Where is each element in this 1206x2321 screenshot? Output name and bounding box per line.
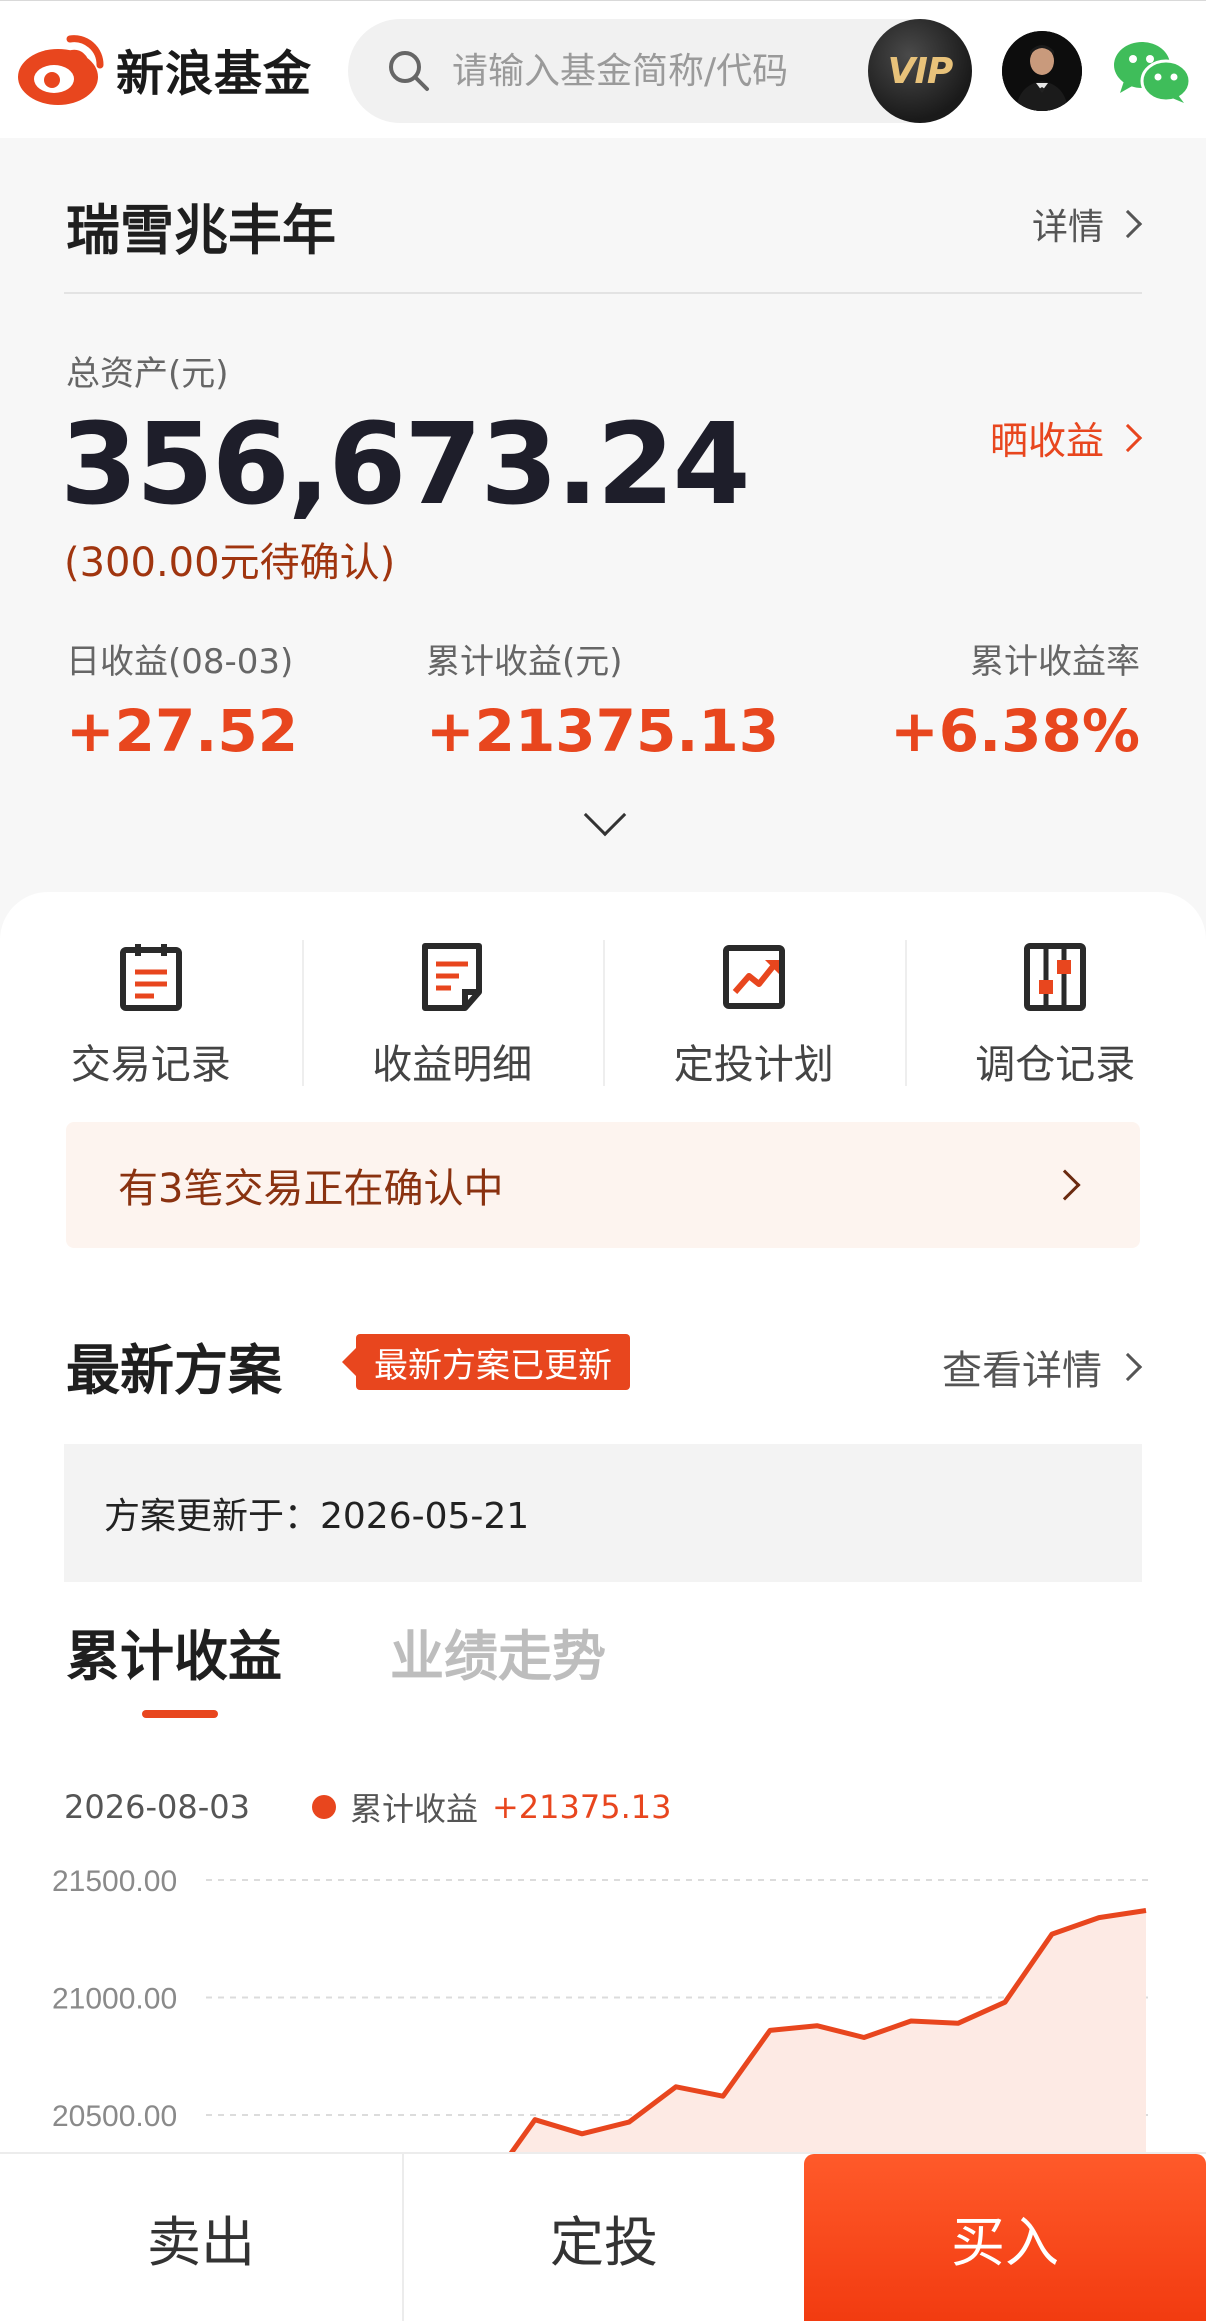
buy-button[interactable]: 买入 — [804, 2154, 1206, 2321]
quick-action-label: 定投计划 — [673, 1042, 834, 1088]
share-earnings-link[interactable]: 晒收益 — [989, 410, 1143, 465]
wechat-icon[interactable] — [1112, 39, 1192, 105]
chevron-right-icon — [1049, 1169, 1081, 1201]
pending-trades-notice[interactable]: 有3笔交易正在确认中 — [66, 1122, 1140, 1248]
legend-dot-icon — [311, 1795, 336, 1819]
stat-label: 日收益(08-03) — [66, 642, 294, 682]
fund-detail-link[interactable]: 详情 — [1031, 198, 1143, 250]
quick-action-rebalance-records[interactable]: 调仓记录 — [904, 940, 1206, 1090]
latest-plan-title: 最新方案 — [66, 1339, 282, 1402]
fund-detail-label: 详情 — [1031, 207, 1104, 248]
sina-eye-logo-icon — [18, 35, 104, 105]
quick-actions: 交易记录 收益明细 定投计划 调仓记录 — [0, 940, 1206, 1090]
stat-value: +27.52 — [66, 697, 299, 765]
sina-fund-logo[interactable]: 新浪基金 — [14, 29, 324, 109]
stat-value: +21375.13 — [426, 697, 780, 765]
chevron-right-icon — [1113, 423, 1143, 452]
search-icon — [389, 51, 429, 91]
chevron-right-icon — [1113, 1352, 1143, 1382]
cumulative-return-rate-stat: 累计收益率 +6.38% — [890, 634, 1140, 765]
user-avatar-icon — [1002, 31, 1082, 111]
sell-button[interactable]: 卖出 — [0, 2154, 404, 2321]
stat-value: +6.38% — [890, 697, 1140, 765]
legend-series-name: 累计收益 — [349, 1790, 478, 1828]
quick-action-earnings-detail[interactable]: 收益明细 — [301, 940, 604, 1090]
tab-cumulative-earnings[interactable]: 累计收益 — [66, 1612, 282, 1691]
search-input[interactable] — [452, 50, 852, 92]
fixed-investment-button[interactable]: 定投 — [404, 2154, 804, 2321]
clipboard-list-icon — [119, 944, 182, 1011]
top-bar: 新浪基金 VIP — [0, 0, 1206, 138]
legend-series-value: +21375.13 — [491, 1788, 672, 1826]
y-tick-label: 21500.00 — [52, 1865, 177, 1898]
stat-label: 累计收益率 — [970, 642, 1140, 682]
view-details-label: 查看详情 — [942, 1348, 1102, 1394]
content-card: 交易记录 收益明细 定投计划 调仓记录 有3笔交易正在确认中 最新方案 最新方案… — [0, 892, 1206, 2321]
y-tick-label: 20500.00 — [52, 2100, 177, 2133]
adjust-sliders-icon — [1024, 943, 1087, 1011]
chevron-down-icon[interactable] — [583, 793, 627, 837]
chart-area-fill — [206, 1910, 1146, 2152]
avatar[interactable] — [1002, 31, 1082, 111]
plan-update-date: 方案更新于：2026-05-21 — [64, 1444, 1142, 1582]
trend-chart-icon — [722, 945, 785, 1009]
fund-name: 瑞雪兆丰年 — [66, 199, 336, 262]
view-plan-details-link[interactable]: 查看详情 — [942, 1338, 1143, 1396]
pending-confirmation-text: (300.00元待确认) — [64, 540, 396, 586]
divider — [64, 292, 1142, 294]
plan-updated-badge: 最新方案已更新 — [342, 1334, 630, 1390]
active-tab-indicator — [142, 1710, 218, 1718]
logo-text: 新浪基金 — [116, 46, 313, 102]
total-assets-label: 总资产(元) — [66, 354, 229, 394]
y-tick-label: 21000.00 — [52, 1983, 177, 2016]
document-icon — [422, 943, 483, 1011]
cumulative-earnings-chart: 21500.00 21000.00 20500.00 — [52, 1865, 1150, 2152]
vip-button[interactable]: VIP — [868, 19, 972, 123]
quick-action-label: 交易记录 — [70, 1042, 231, 1088]
notice-text: 有3笔交易正在确认中 — [118, 1166, 504, 1212]
quick-action-trade-records[interactable]: 交易记录 — [0, 940, 302, 1090]
total-assets-value: 356,673.24 — [60, 400, 751, 530]
quick-action-label: 调仓记录 — [975, 1042, 1136, 1088]
cumulative-earnings-stat: 累计收益(元) +21375.13 — [426, 634, 779, 765]
legend-date: 2026-08-03 — [64, 1788, 250, 1826]
quick-action-label: 收益明细 — [372, 1042, 533, 1088]
share-earnings-label: 晒收益 — [989, 419, 1104, 463]
tab-performance-trend[interactable]: 业绩走势 — [390, 1612, 606, 1691]
bottom-action-bar: 卖出 定投 买入 — [0, 2152, 1206, 2321]
chevron-right-icon — [1113, 209, 1143, 239]
daily-earnings-stat: 日收益(08-03) +27.52 — [66, 634, 298, 765]
stat-label: 累计收益(元) — [426, 642, 623, 682]
quick-action-fixed-investment-plan[interactable]: 定投计划 — [603, 940, 905, 1090]
chart-legend: 2026-08-03 累计收益 +21375.13 — [64, 1784, 671, 1830]
